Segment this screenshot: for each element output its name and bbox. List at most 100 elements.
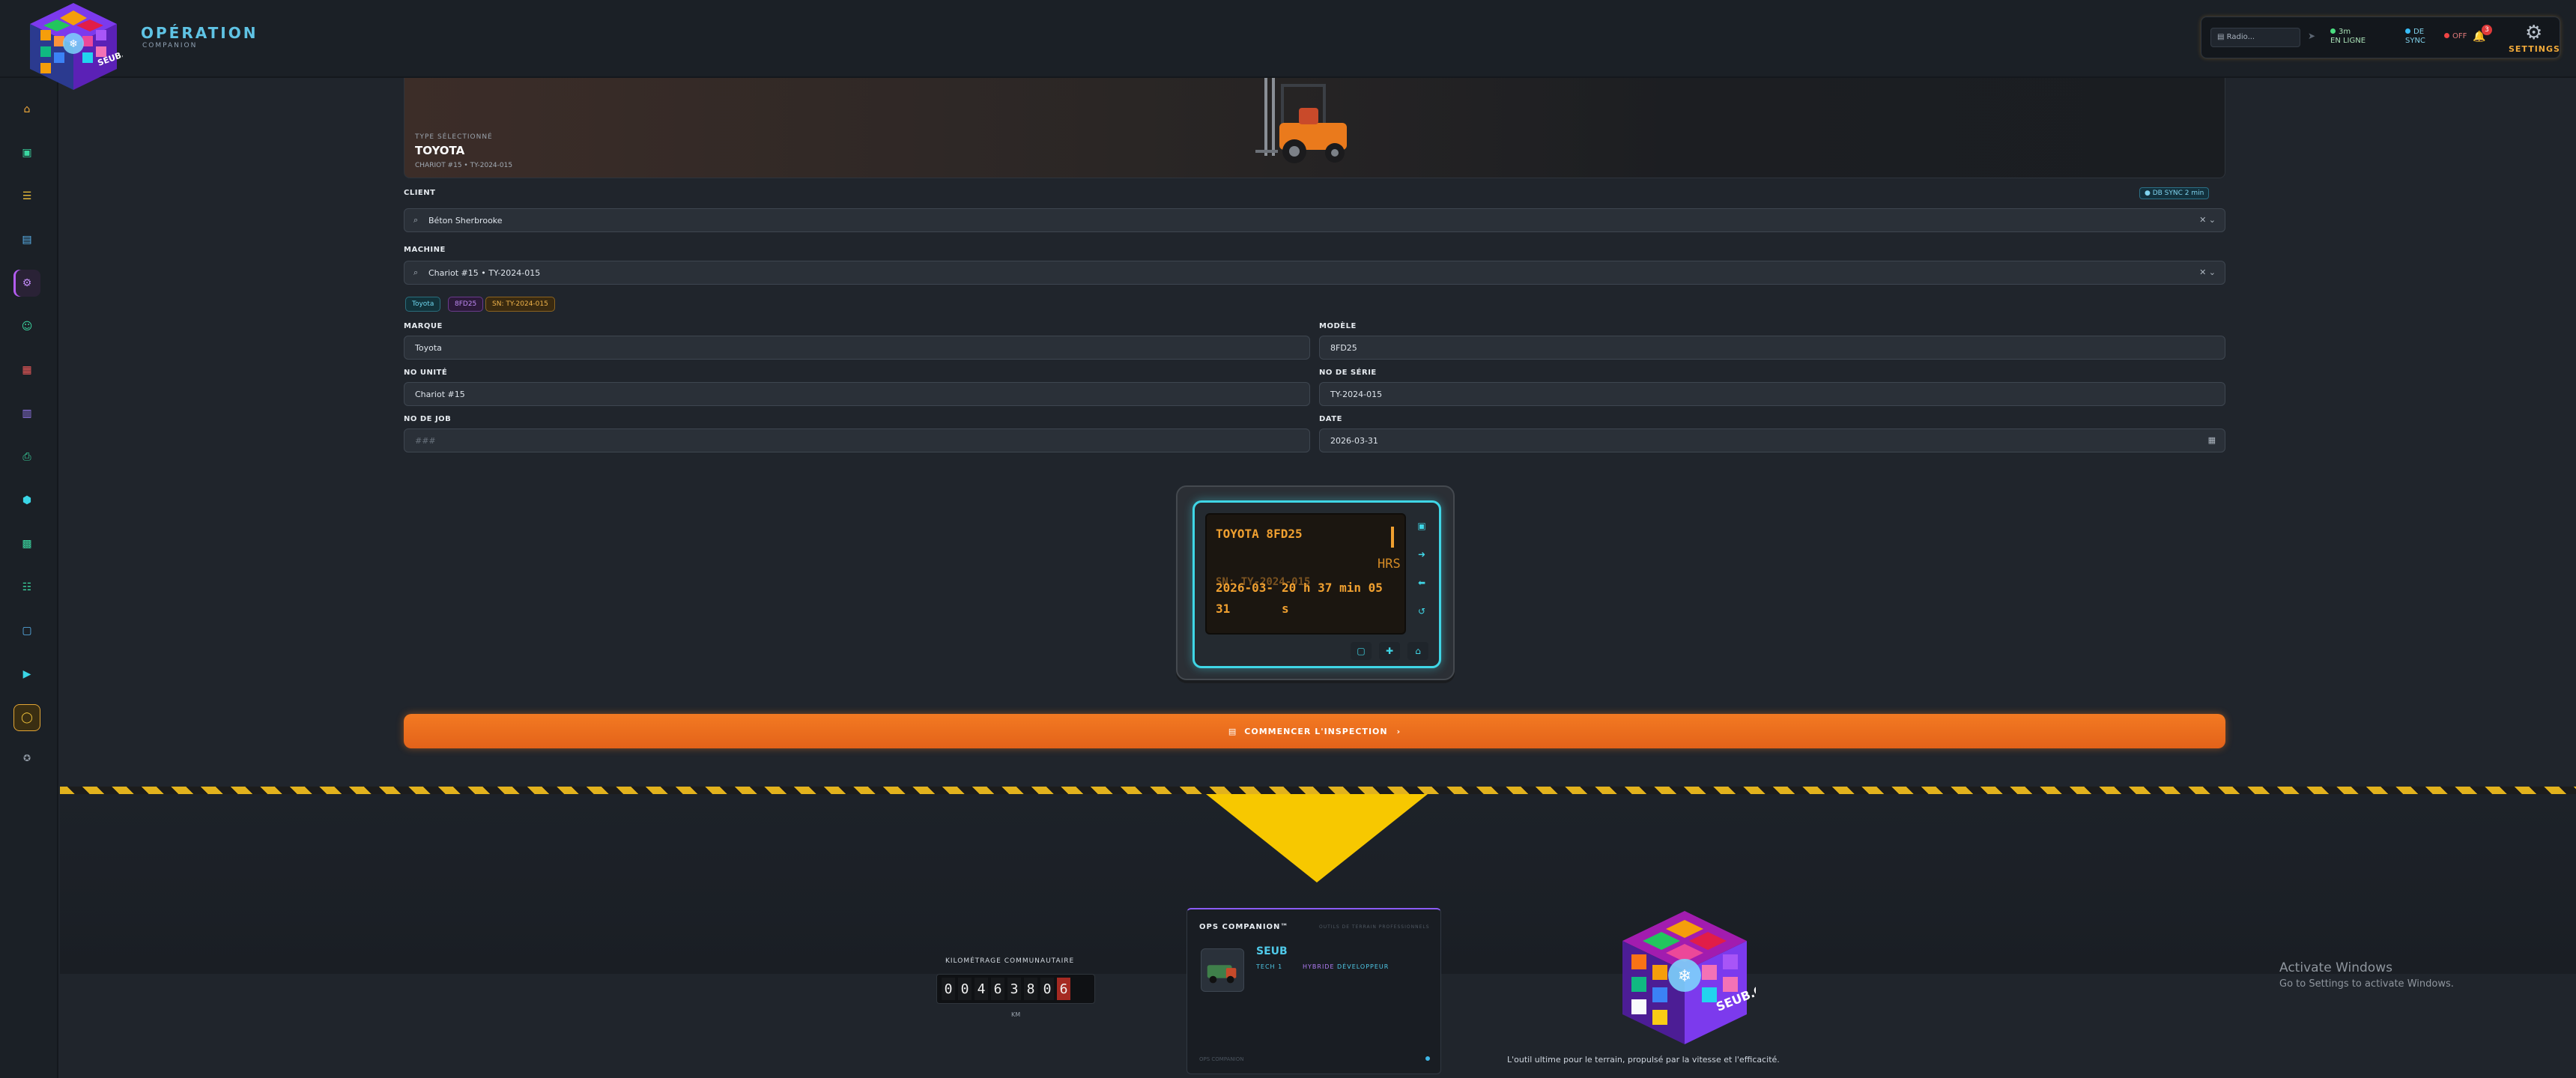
machine-select[interactable]: ⌕ Chariot #15 • TY-2024-015 ✕ ⌄ (404, 261, 2225, 285)
odometer-digit: 4 (975, 978, 988, 1000)
status-online: 3m EN LIGNE (2330, 28, 2366, 46)
status-sync: DE SYNC (2405, 28, 2425, 46)
km-label: KILOMÉTRAGE COMMUNAUTAIRE (945, 957, 1075, 965)
job-label: NO DE JOB (404, 415, 452, 423)
display-time-line1: 20 h 37 min 05 (1282, 581, 1383, 595)
modele-field[interactable]: 8FD25 (1319, 336, 2225, 360)
companion-user-role: TECH 1 (1256, 963, 1283, 970)
start-inspection-label: COMMENCER L'INSPECTION (1244, 726, 1388, 736)
display-hrs: HRS (1378, 557, 1401, 572)
home-icon[interactable]: ⌂ (13, 96, 40, 123)
status-off[interactable]: OFF (2444, 32, 2467, 40)
modele-label: MODÈLE (1319, 322, 1357, 330)
status-panel: ▤ Radio... ➤ 3m EN LIGNE DE SYNC OFF 🔔 3… (2201, 16, 2560, 58)
display-home-icon[interactable]: ⌂ (1407, 642, 1428, 660)
chart-icon[interactable]: ▥ (13, 400, 40, 427)
clipboard-icon[interactable]: ▣ (13, 139, 40, 166)
calendar-icon[interactable]: ▦ (2208, 435, 2216, 445)
online-label: EN LIGNE (2330, 37, 2366, 45)
rubik-cube-logo[interactable]: ❄ SEUB.CR (24, 0, 123, 91)
radio-input[interactable]: ▤ Radio... (2210, 28, 2300, 47)
footer-tagline: L'outil ultime pour le terrain, propulsé… (1507, 1055, 1780, 1065)
radio-placeholder: Radio... (2226, 33, 2255, 41)
clipboard-icon: ▤ (1228, 726, 1237, 736)
calendar-icon[interactable]: ▦ (13, 357, 40, 384)
hero-kicker: TYPE SÉLECTIONNÉ (415, 133, 493, 141)
db-sync-badge: ● DB SYNC 2 min (2139, 187, 2210, 199)
machine-label: MACHINE (404, 246, 446, 254)
display-save-icon[interactable]: ▣ (1410, 515, 1433, 537)
companion-tag-hybride: HYBRIDE (1303, 963, 1335, 970)
box-icon[interactable]: ⬢ (13, 487, 40, 514)
companion-card: OPS COMPANION™ OUTILS DE TERRAIN PROFESS… (1187, 908, 1441, 1074)
team-icon[interactable]: ☷ (13, 574, 40, 601)
odometer-digit: 0 (1040, 978, 1054, 1000)
document-icon[interactable]: ▤ (13, 226, 40, 253)
users-icon[interactable]: ☺ (13, 313, 40, 340)
search-icon: ⌕ (413, 267, 419, 277)
display-time-line2: s (1282, 602, 1289, 616)
chevron-right-icon: › (1396, 726, 1401, 736)
display-plus-icon[interactable]: ✚ (1379, 642, 1400, 660)
sidebar: ⌂ ▣ ☰ ▤ ⚙ ☺ ▦ ▥ ⎙ ⬢ ▩ ☷ ▢ ▶ ◯ ✪ (0, 78, 58, 1078)
video-icon[interactable]: ▶ (13, 661, 40, 688)
online-dot-icon (2330, 28, 2336, 34)
display-time: 20 h 37 min 05 s (1282, 578, 1383, 620)
machine-value: Chariot #15 • TY-2024-015 (428, 268, 541, 278)
marque-field[interactable]: Toyota (404, 336, 1310, 360)
odometer-digit: 0 (942, 978, 955, 1000)
marque-label: MARQUE (404, 322, 443, 330)
date-field[interactable]: 2026-03-31 ▦ (1319, 429, 2225, 452)
gamepad-icon[interactable]: ✪ (13, 745, 40, 772)
settings-label[interactable]: SETTINGS (2509, 44, 2560, 54)
display-right-arrow-icon[interactable]: ➜ (1410, 543, 1433, 566)
brand-title: OPÉRATION (141, 24, 258, 42)
svg-text:❄: ❄ (69, 38, 78, 50)
clear-chevron-icon[interactable]: ✕ ⌄ (2199, 267, 2216, 277)
notification-badge: 3 (2482, 25, 2492, 35)
chat-icon[interactable]: ▢ (13, 617, 40, 644)
hero-title: TOYOTA (415, 144, 465, 157)
machine-tag-brand: Toyota (405, 297, 441, 312)
odometer-digit: 3 (1007, 978, 1021, 1000)
date-label: DATE (1319, 415, 1342, 423)
printer-icon[interactable]: ⎙ (13, 443, 40, 470)
hazard-stripe (60, 787, 2576, 794)
serie-field[interactable]: TY-2024-015 (1319, 382, 2225, 406)
send-icon[interactable]: ➤ (2308, 31, 2315, 41)
svg-text:❄: ❄ (1678, 967, 1691, 986)
machine-tag-model: 8FD25 (448, 297, 484, 312)
display-undo-icon[interactable]: ↺ (1410, 600, 1433, 623)
display-square-icon[interactable]: ▢ (1351, 642, 1372, 660)
unite-field[interactable]: Chariot #15 (404, 382, 1310, 406)
client-label: CLIENT (404, 189, 436, 197)
companion-card-subtitle: OUTILS DE TERRAIN PROFESSIONNELS (1319, 924, 1430, 930)
display-date-line2: 31 (1216, 602, 1231, 616)
odometer-digit: 6 (991, 978, 1004, 1000)
job-field[interactable]: ### (404, 429, 1310, 452)
brand-subtitle: COMPANION (142, 42, 198, 49)
unite-label: NO UNITÉ (404, 369, 448, 377)
gear-icon[interactable]: ⚙ (2525, 22, 2542, 44)
client-value: Béton Sherbrooke (428, 216, 503, 225)
top-bar: ❄ SEUB.CR OPÉRATION COMPANION ▤ Radio...… (0, 0, 2576, 90)
clear-chevron-icon[interactable]: ✕ ⌄ (2199, 215, 2216, 225)
sync-line2: SYNC (2405, 37, 2425, 45)
sync-dot-icon (2405, 28, 2410, 34)
hero-subtitle: CHARIOT #15 • TY-2024-015 (415, 162, 513, 169)
shield-icon[interactable]: ◯ (13, 704, 40, 731)
truck-avatar-icon (1201, 948, 1244, 992)
radio-icon: ▤ (2217, 33, 2227, 41)
hazard-triangle (1206, 794, 1428, 882)
display-model: TOYOTA 8FD25 (1216, 527, 1303, 541)
start-inspection-button[interactable]: ▤ COMMENCER L'INSPECTION › (404, 714, 2225, 748)
odometer-digit: 0 (958, 978, 972, 1000)
forklift-icon[interactable]: ⚙ (13, 270, 40, 297)
sync-dot-icon: ● (2145, 190, 2153, 197)
display-screen: TOYOTA 8FD25 HRS SN: TY-2024-015 2026-03… (1205, 513, 1406, 635)
table-icon[interactable]: ▩ (13, 530, 40, 557)
display-left-arrow-icon[interactable]: ⬅ (1410, 572, 1433, 594)
rubik-cube-logo-large: ❄ SEUB.CR (1622, 911, 1756, 1044)
checklist-icon[interactable]: ☰ (13, 183, 40, 210)
client-select[interactable]: ⌕ Béton Sherbrooke ✕ ⌄ (404, 208, 2225, 232)
